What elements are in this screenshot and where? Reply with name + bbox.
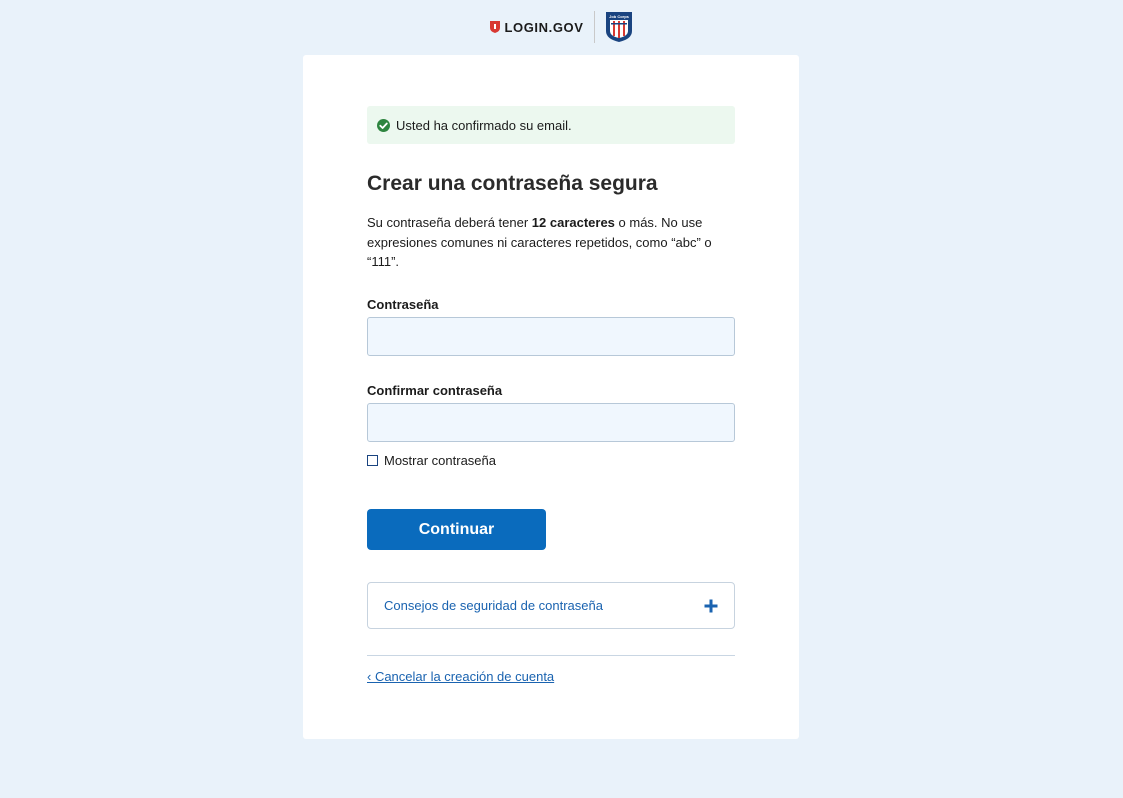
show-password-toggle[interactable]: Mostrar contraseña	[367, 453, 496, 468]
show-password-label[interactable]: Mostrar contraseña	[384, 453, 496, 468]
password-tips-accordion[interactable]: Consejos de seguridad de contraseña	[367, 582, 735, 629]
job-corps-logo: Job Corps	[605, 12, 632, 42]
section-divider	[367, 655, 735, 656]
cancel-account-link[interactable]: ‹ Cancelar la creación de cuenta	[367, 669, 554, 684]
description-prefix: Su contraseña deberá tener	[367, 215, 532, 230]
check-circle-icon	[377, 118, 390, 132]
description-bold: 12 caracteres	[531, 215, 615, 230]
alert-message: Usted ha confirmado su email.	[396, 117, 572, 133]
success-alert: Usted ha confirmado su email.	[367, 106, 735, 144]
accordion-label[interactable]: Consejos de seguridad de contraseña	[384, 598, 603, 613]
header-divider	[593, 11, 595, 43]
shield-icon	[490, 21, 501, 33]
plus-icon[interactable]	[704, 599, 718, 613]
confirm-password-label: Confirmar contraseña	[367, 383, 503, 398]
login-gov-logo[interactable]: LOGIN.GOV	[490, 20, 583, 35]
password-requirements: Su contraseña deberá tener 12 caracteres…	[367, 213, 735, 272]
password-label: Contraseña	[367, 297, 439, 312]
partner-logo-text: Job Corps	[609, 14, 630, 19]
continue-button[interactable]: Continuar	[367, 509, 546, 550]
brand-name: LOGIN.GOV	[504, 19, 584, 35]
header: LOGIN.GOV Job Corps	[0, 10, 1123, 44]
confirm-password-field[interactable]	[367, 403, 735, 442]
password-field[interactable]	[367, 317, 735, 356]
page-title: Crear una contraseña segura	[367, 172, 658, 195]
main-card: Usted ha confirmado su email. Crear una …	[303, 55, 799, 739]
show-password-checkbox[interactable]	[367, 455, 378, 466]
